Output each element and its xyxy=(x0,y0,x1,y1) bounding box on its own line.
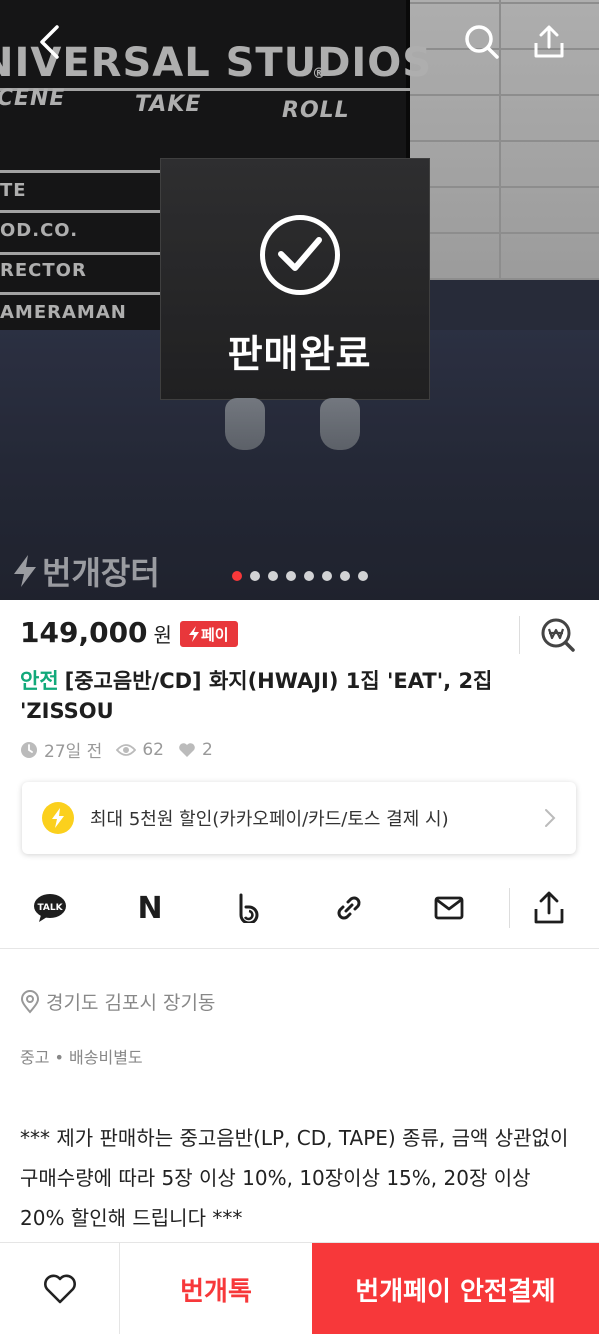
back-icon[interactable] xyxy=(28,20,72,64)
kakaotalk-label: TALK xyxy=(37,903,63,913)
carousel-dot xyxy=(358,571,368,581)
pay-badge: 페이 xyxy=(180,621,238,647)
pay-badge-label: 페이 xyxy=(201,625,229,644)
share-icon[interactable] xyxy=(527,20,571,64)
chevron-right-icon xyxy=(545,809,556,827)
price-currency: 원 xyxy=(153,623,172,647)
carousel-dot xyxy=(232,571,242,581)
discount-promo-banner[interactable]: 최대 5천원 할인(카카오페이/카드/토스 결제 시) xyxy=(22,782,576,854)
like-button[interactable] xyxy=(0,1243,120,1334)
share-icon[interactable] xyxy=(527,886,571,930)
location[interactable]: 경기도 김포시 장기동 xyxy=(20,988,215,1015)
sold-out-mark: 판매완료 xyxy=(0,215,599,378)
product-description: *** 제가 판매하는 중고음반(LP, CD, TAPE) 종류, 금액 상관… xyxy=(20,1126,569,1230)
divider xyxy=(519,616,520,654)
lightning-icon xyxy=(189,626,199,642)
price-value: 149,000 xyxy=(20,616,148,649)
product-image-carousel[interactable]: NIVERSAL STUDIOS ® SCENE TAKE ROLL TE OD… xyxy=(0,0,599,600)
check-icon xyxy=(259,215,340,295)
brand-watermark: 번개장터 xyxy=(12,548,160,594)
chat-button[interactable]: 번개톡 xyxy=(120,1243,312,1334)
section-divider xyxy=(0,948,599,949)
location-text: 경기도 김포시 장기동 xyxy=(46,992,216,1014)
divider xyxy=(509,888,510,928)
location-icon xyxy=(20,989,40,1014)
safe-tag: 안전 xyxy=(20,669,59,693)
price-row: 149,000 원 xyxy=(20,616,172,649)
naver-label: N xyxy=(137,890,163,926)
sold-out-label: 판매완료 xyxy=(227,332,372,376)
lightning-icon xyxy=(14,555,36,587)
carousel-dot xyxy=(268,571,278,581)
watermark-text: 번개장터 xyxy=(42,554,160,592)
search-icon[interactable] xyxy=(460,20,504,64)
carousel-dot xyxy=(286,571,296,581)
mail-icon[interactable] xyxy=(427,886,471,930)
bottom-action-bar: 번개톡 번개페이 안전결제 xyxy=(0,1242,599,1334)
product-title: 안전 [중고음반/CD] 화지(HWAJI) 1집 'EAT', 2집 'ZISS… xyxy=(20,666,580,726)
link-icon[interactable] xyxy=(327,886,371,930)
clock-icon xyxy=(21,741,37,758)
product-meta: 27일 전 62 2 xyxy=(20,737,221,762)
view-count: 62 xyxy=(142,739,164,760)
lightning-icon xyxy=(42,802,74,834)
carousel-dot xyxy=(322,571,332,581)
carousel-dot xyxy=(250,571,260,581)
time-ago: 27일 전 xyxy=(44,742,103,762)
heart-icon xyxy=(43,1274,76,1304)
like-count: 2 xyxy=(201,739,213,760)
safe-pay-button[interactable]: 번개페이 안전결제 xyxy=(312,1243,599,1334)
price-check-icon[interactable] xyxy=(540,617,576,653)
product-title-text: [중고음반/CD] 화지(HWAJI) 1집 'EAT', 2집 'ZISSOU xyxy=(20,669,493,723)
eye-icon xyxy=(116,743,137,756)
heart-icon xyxy=(179,742,195,757)
kakaotalk-icon[interactable]: TALK xyxy=(28,886,72,930)
carousel-dot xyxy=(304,571,314,581)
carousel-dot xyxy=(340,571,350,581)
naver-icon[interactable]: N xyxy=(128,886,172,930)
condition-shipping: 중고 • 배송비별도 xyxy=(20,1048,143,1067)
band-icon[interactable] xyxy=(227,886,271,930)
carousel-indicator xyxy=(232,571,368,581)
promo-text: 최대 5천원 할인(카카오페이/카드/토스 결제 시) xyxy=(90,809,449,830)
